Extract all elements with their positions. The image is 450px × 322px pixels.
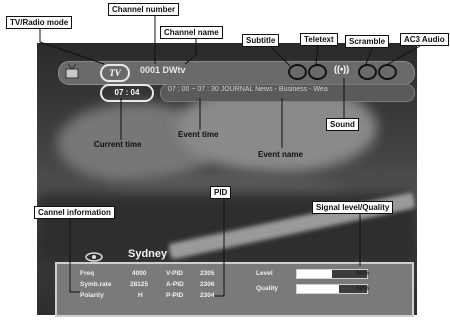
callout-signal: Signal level/Quality [312, 201, 394, 214]
callout-subtitle: Subtitle [242, 34, 280, 47]
callout-event-time: Event time [178, 130, 219, 139]
callout-event-name: Event name [258, 150, 303, 159]
callout-lines [39, 14, 421, 297]
callout-channel-name: Channel name [160, 26, 223, 39]
callout-sound: Sound [326, 118, 359, 131]
callout-channel-information: Cannel information [34, 206, 115, 219]
callout-current-time: Current time [94, 140, 142, 149]
callout-scramble: Scramble [345, 35, 390, 48]
callout-teletext: Teletext [300, 33, 338, 46]
callout-ac3-audio: AC3 Audio [400, 33, 449, 46]
callout-tv-radio-mode: TV/Radio mode [6, 16, 73, 29]
callout-pid: PID [210, 186, 232, 199]
callout-channel-number: Channel number [108, 3, 180, 16]
